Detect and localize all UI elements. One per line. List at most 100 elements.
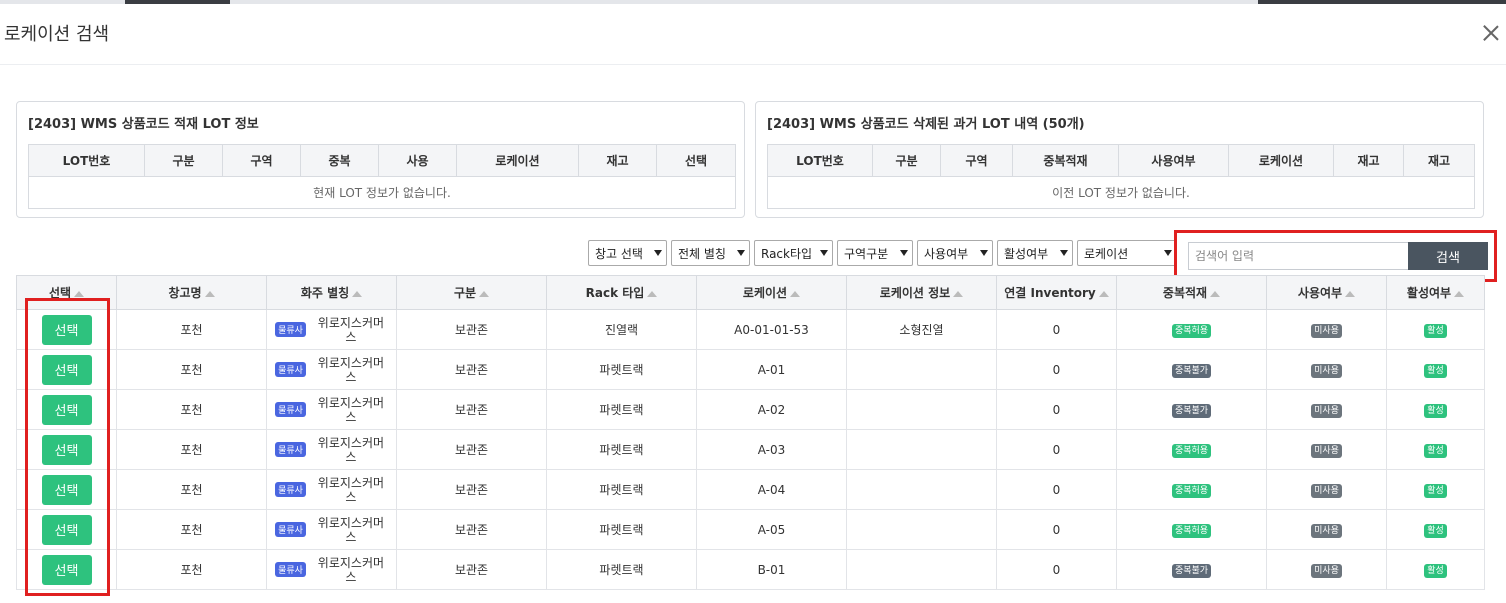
active-status-badge: 활성 [1424,323,1447,338]
select-value: 전체 별칭 [678,246,726,261]
location-cell: A0-01-01-53 [696,309,847,350]
owner-name: 위로지스커머스 [317,355,385,384]
select-row-button[interactable]: 선택 [41,554,92,585]
dup-status-badge: 중복허용 [1171,523,1212,538]
column-header-warehouse[interactable]: 창고명 [116,275,267,310]
owner-type-badge: 물류사 [275,442,306,457]
select-row-button[interactable]: 선택 [41,354,92,385]
column-header-location-info[interactable]: 로케이션 정보 [846,275,997,310]
column-header-use[interactable]: 사용여부 [1266,275,1387,310]
rack-type-cell: 파렛트랙 [546,389,697,430]
background-dark-block [1258,0,1506,4]
column-header: 구분 [872,144,941,177]
usage-status-badge: 미사용 [1311,443,1342,458]
table-row: 선택 포천 물류사 위로지스커머스 보관존 파렛트랙 A-02 0 중복불가 미사용 활성 [16,389,1485,430]
table-row: 선택 포천 물류사 위로지스커머스 보관존 파렛트랙 A-01 0 중복불가 미사용 활성 [16,349,1485,390]
usage-status-badge: 미사용 [1311,563,1342,578]
type-cell: 보관존 [396,549,547,590]
column-header: LOT번호 [767,144,873,177]
sort-icon [479,290,490,297]
table-row: 선택 포천 물류사 위로지스커머스 보관존 진열랙 A0-01-01-53 소형진열 0 중복허용… [16,309,1485,350]
select-row-button[interactable]: 선택 [41,434,92,465]
column-header: LOT번호 [28,144,145,177]
column-header: 중복적재 [1012,144,1119,177]
owner-cell: 물류사 위로지스커머스 [267,436,396,464]
owner-type-badge: 물류사 [275,522,306,537]
table-row: 선택 포천 물류사 위로지스커머스 보관존 파렛트랙 A-04 0 중복허용 미사용 활성 [16,469,1485,510]
dup-status-badge: 중복불가 [1171,363,1212,378]
sort-icon [1345,290,1356,297]
location-select[interactable]: 로케이션 [1077,240,1177,266]
sort-icon [1210,290,1221,297]
select-row-button[interactable]: 선택 [41,514,92,545]
type-cell: 보관존 [396,309,547,350]
search-input[interactable] [1188,242,1408,270]
zone-type-select[interactable]: 구역구분 [837,240,913,266]
location-info-cell [846,349,997,390]
column-header-owner[interactable]: 화주 별칭 [266,275,397,310]
active-select[interactable]: 활성여부 [997,240,1073,266]
location-info-cell [846,469,997,510]
column-header-type[interactable]: 구분 [396,275,547,310]
usage-select[interactable]: 사용여부 [917,240,993,266]
dup-status-badge: 중복허용 [1171,323,1212,338]
column-header-inventory[interactable]: 연결 Inventory [996,275,1117,310]
table-row: 선택 포천 물류사 위로지스커머스 보관존 파렛트랙 A-05 0 중복허용 미사용 활성 [16,509,1485,550]
column-header-rack[interactable]: Rack 타입 [546,275,697,310]
sort-icon [1098,290,1109,297]
close-icon[interactable] [1480,22,1502,44]
select-value: Rack타입 [761,246,813,261]
column-header: 재고 [1333,144,1404,177]
warehouse-cell: 포천 [116,309,267,350]
sort-icon [1454,290,1465,297]
column-header: 사용여부 [1118,144,1229,177]
empty-message: 이전 LOT 정보가 없습니다. [767,176,1475,209]
select-value: 창고 선택 [595,246,643,261]
dup-status-badge: 중복불가 [1171,563,1212,578]
chevron-down-icon [900,250,908,256]
warehouse-select[interactable]: 창고 선택 [588,240,667,266]
rack-type-select[interactable]: Rack타입 [754,240,833,266]
history-lot-panel: [2403] WMS 상품코드 삭제된 과거 LOT 내역 (50개) LOT번… [755,101,1484,218]
inventory-cell: 0 [996,389,1117,430]
select-value: 구역구분 [844,246,889,261]
type-cell: 보관존 [396,389,547,430]
active-status-badge: 활성 [1424,563,1447,578]
active-status-badge: 활성 [1424,443,1447,458]
chevron-down-icon [1164,250,1172,256]
column-header: 중복 [300,144,379,177]
warehouse-cell: 포천 [116,389,267,430]
background-dark-block [125,0,230,4]
owner-cell: 물류사 위로지스커머스 [267,356,396,384]
column-header: 구역 [940,144,1013,177]
column-header-select[interactable]: 선택 [16,275,117,310]
column-header-dup[interactable]: 중복적재 [1116,275,1267,310]
select-row-button[interactable]: 선택 [41,394,92,425]
owner-name: 위로지스커머스 [317,475,385,504]
usage-status-badge: 미사용 [1311,363,1342,378]
select-row-button[interactable]: 선택 [41,314,92,345]
usage-status-badge: 미사용 [1311,323,1342,338]
rack-type-cell: 파렛트랙 [546,429,697,470]
owner-type-badge: 물류사 [275,402,306,417]
column-header-active[interactable]: 활성여부 [1386,275,1485,310]
alias-select[interactable]: 전체 별칭 [671,240,750,266]
warehouse-cell: 포천 [116,509,267,550]
rack-type-cell: 파렛트랙 [546,509,697,550]
inventory-cell: 0 [996,349,1117,390]
current-lot-panel: [2403] WMS 상품코드 적재 LOT 정보 LOT번호 구분 구역 중복… [16,101,745,218]
rack-type-cell: 진열랙 [546,309,697,350]
usage-status-badge: 미사용 [1311,523,1342,538]
header-divider [0,64,1506,65]
owner-cell: 물류사 위로지스커머스 [267,476,396,504]
location-cell: A-02 [696,389,847,430]
search-button[interactable]: 검색 [1408,242,1488,270]
history-lot-table: LOT번호 구분 구역 중복적재 사용여부 로케이션 재고 재고 이전 LOT … [767,144,1475,209]
column-header-location[interactable]: 로케이션 [696,275,847,310]
location-info-cell [846,549,997,590]
inventory-cell: 0 [996,549,1117,590]
history-lot-title: [2403] WMS 상품코드 삭제된 과거 LOT 내역 (50개) [767,117,1085,132]
location-table: 선택 창고명 화주 별칭 구분 Rack 타입 로케이션 로케이션 정보 연결 … [16,275,1485,590]
active-status-badge: 활성 [1424,523,1447,538]
select-row-button[interactable]: 선택 [41,474,92,505]
